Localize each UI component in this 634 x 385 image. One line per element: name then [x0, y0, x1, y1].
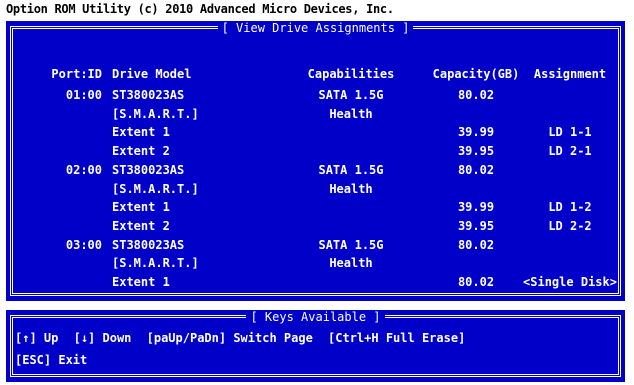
row-assignment: LD 2-2: [548, 219, 592, 233]
key-full-erase[interactable]: [Ctrl+H Full Erase]: [328, 331, 465, 345]
keys-panel-border: [10, 315, 621, 377]
keys-line-2: [ESC] Exit: [15, 353, 95, 367]
key-exit[interactable]: [ESC] Exit: [15, 353, 87, 367]
row-capabilities: SATA 1.5G: [318, 163, 384, 177]
column-header-capabilities: Capabilities: [307, 67, 395, 81]
row-capabilities: Health: [329, 256, 373, 270]
row-drive-model: Extent 1: [112, 200, 170, 214]
row-drive-model: [S.M.A.R.T.]: [112, 256, 199, 270]
keys-title: [ Keys Available ]: [6, 310, 625, 324]
row-capacity: 39.95: [457, 219, 495, 233]
row-capacity: 39.95: [457, 144, 495, 158]
row-assignment: <Single Disk>: [523, 275, 617, 289]
row-drive-model: Extent 1: [112, 275, 170, 289]
row-assignment: LD 2-1: [548, 144, 592, 158]
row-capabilities: SATA 1.5G: [318, 238, 384, 252]
column-header-model: Drive Model: [112, 67, 192, 81]
keys-title-text: [ Keys Available ]: [246, 310, 385, 324]
row-capabilities: SATA 1.5G: [318, 88, 384, 102]
row-drive-model: Extent 2: [112, 219, 170, 233]
column-header-assignment: Assignment: [533, 67, 607, 81]
row-capacity: 80.02: [457, 163, 495, 177]
row-assignment: LD 1-2: [548, 200, 592, 214]
row-drive-model: ST380023AS: [112, 238, 185, 252]
row-drive-model: [S.M.A.R.T.]: [112, 107, 199, 121]
drive-assignments-panel: [ View Drive Assignments ] Port:ID Drive…: [6, 21, 625, 301]
row-capacity: 39.99: [457, 200, 495, 214]
panel-title-text: [ View Drive Assignments ]: [217, 21, 414, 35]
row-capabilities: Health: [329, 107, 373, 121]
column-header-port: Port:ID: [51, 67, 102, 81]
row-drive-model: Extent 2: [112, 144, 170, 158]
key-down[interactable]: [↓] Down: [74, 331, 132, 345]
row-port-id: 02:00: [65, 163, 102, 177]
key-up[interactable]: [↑] Up: [15, 331, 58, 345]
panel-title: [ View Drive Assignments ]: [6, 21, 625, 35]
keys-panel: [ Keys Available ] [↑] Up [↓] Down [paUp…: [6, 310, 625, 382]
row-port-id: 01:00: [65, 88, 102, 102]
row-drive-model: Extent 1: [112, 125, 170, 139]
row-capabilities: Health: [329, 182, 373, 196]
key-switch-page[interactable]: [paUp/PaDn] Switch Page: [147, 331, 313, 345]
row-port-id: 03:00: [65, 238, 102, 252]
keys-line-1: [↑] Up [↓] Down [paUp/PaDn] Switch Page …: [15, 331, 473, 345]
row-capacity: 80.02: [457, 238, 495, 252]
app-title: Option ROM Utility (c) 2010 Advanced Mic…: [6, 2, 394, 16]
row-drive-model: ST380023AS: [112, 88, 185, 102]
row-capacity: 39.99: [457, 125, 495, 139]
row-capacity: 80.02: [457, 275, 495, 289]
column-header-capacity: Capacity(GB): [432, 67, 520, 81]
row-drive-model: [S.M.A.R.T.]: [112, 182, 199, 196]
row-capacity: 80.02: [457, 88, 495, 102]
row-assignment: LD 1-1: [548, 125, 592, 139]
row-drive-model: ST380023AS: [112, 163, 185, 177]
